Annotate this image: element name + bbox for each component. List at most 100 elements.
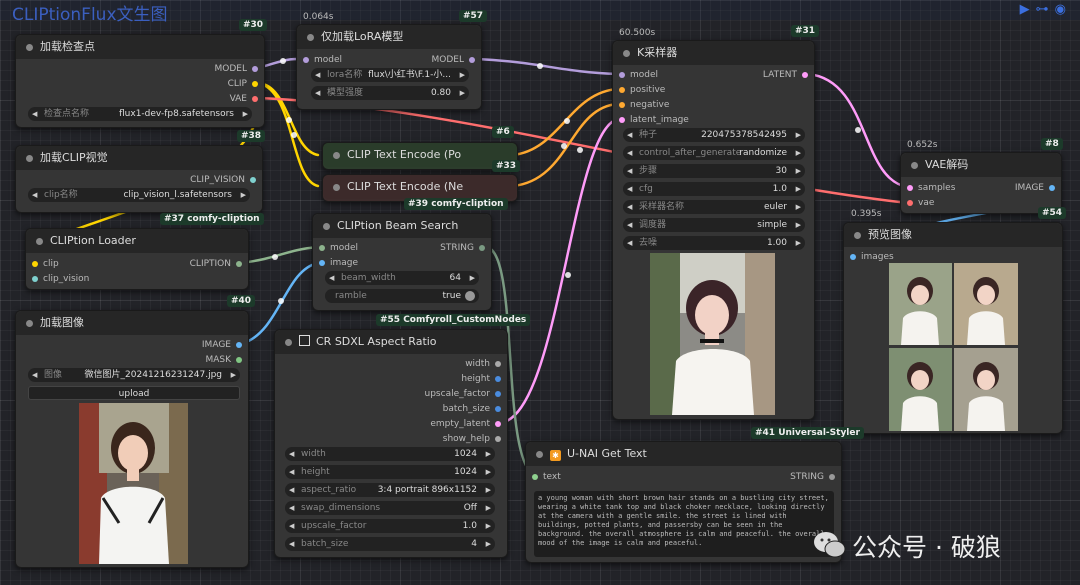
widget-label: 去噪 [639,238,658,248]
node-id-badge: #30 [239,19,268,31]
preview-grid-images [889,263,1018,431]
node-title: 预览图像 [844,223,1062,247]
load-lora-node[interactable]: 仅加载LoRA模型 model MODEL lora名称 flux\小红书\F.1… [296,24,482,110]
clip-vision-output[interactable]: CLIP_VISION [190,173,256,187]
upload-button[interactable]: upload [28,386,240,400]
height-widget[interactable]: height 1024 [285,465,495,479]
exec-time: 60.500s [619,28,656,38]
positive-input[interactable]: positive [619,83,665,97]
widget-value: 0.80 [430,88,451,98]
model-input[interactable]: model [319,241,358,255]
widget-label: 检查点名称 [44,109,90,119]
upscale-factor-output[interactable]: upscale_factor [425,387,502,401]
load-checkpoint-node[interactable]: 加载检查点 MODEL CLIP VAE 检查点名称 flux1-dev-fp8.… [15,34,265,128]
share-icon[interactable]: ⊶ [1036,2,1055,17]
node-title: 仅加载LoRA模型 [297,25,481,49]
upscale-factor-widget[interactable]: upscale_factor 1.0 [285,519,495,533]
scheduler-select[interactable]: 调度器 simple [623,218,805,232]
node-id-badge: #41 Universal-Styler [751,427,864,439]
node-title: 加载图像 [16,311,248,335]
height-output[interactable]: height [461,372,501,386]
image-input[interactable]: image [319,256,358,270]
exec-time: 0.395s [851,209,882,219]
node-id-badge: #31 [791,25,820,37]
model-input[interactable]: model [303,53,342,67]
samples-input[interactable]: samples [907,181,955,195]
exec-time: 0.652s [907,140,938,150]
widget-value: 220475378542495 [701,130,787,140]
control-after-generate-select[interactable]: control_after_generaterandomize [623,146,805,160]
negative-input[interactable]: negative [619,98,669,112]
cr-sdxl-aspect-ratio-node[interactable]: CR SDXL Aspect Ratio width height upscal… [274,329,508,558]
batch-size-output[interactable]: batch_size [443,402,502,416]
widget-label: cfg [639,184,653,194]
vae-decode-node[interactable]: VAE解码 samples vae IMAGE [900,152,1062,214]
clip-output[interactable]: CLIP [228,77,259,91]
image-select[interactable]: 图像 微信图片_20241216231247.jpg [28,368,240,382]
preview-image-3 [889,348,952,431]
node-id-badge: #33 [492,160,521,172]
clip-vision-input[interactable]: clip_vision [32,272,89,286]
mask-output[interactable]: MASK [205,353,242,367]
bypass-checkbox[interactable] [299,335,310,346]
model-output[interactable]: MODEL [432,53,476,67]
get-text-node[interactable]: ✱ U-NAI Get Text text STRING a young woma… [525,441,842,563]
width-output[interactable]: width [465,357,501,371]
cliption-output[interactable]: CLIPTION [190,257,243,271]
clip-text-encode-positive-node[interactable]: CLIP Text Encode (Po [322,142,518,170]
aspect-ratio-select[interactable]: aspect_ratio 3:4 portrait 896x1152 [285,483,495,497]
swap-dimensions-select[interactable]: swap_dimensions Off [285,501,495,515]
denoise-widget[interactable]: 去噪 1.00 [623,236,805,250]
model-strength-widget[interactable]: 模型强度 0.80 [311,86,469,100]
vae-output[interactable]: VAE [230,92,259,106]
toggle-knob[interactable] [465,291,475,301]
sampler-select[interactable]: 采样器名称 euler [623,200,805,214]
image-output[interactable]: IMAGE [202,338,243,352]
prompt-text-area[interactable]: a young woman with short brown hair stan… [534,491,834,557]
eye-icon[interactable]: ◉ [1055,2,1072,17]
beam-width-widget[interactable]: beam_width 64 [325,271,479,285]
text-input[interactable]: text [532,470,561,484]
cliption-beam-search-node[interactable]: CLIPtion Beam Search model image STRING … [312,213,492,311]
cfg-widget[interactable]: cfg 1.0 [623,182,805,196]
widget-label: 图像 [44,370,63,380]
wire-pos [511,87,620,157]
latent-output[interactable]: LATENT [763,68,809,82]
node-title: CLIPtion Loader [26,229,248,253]
ramble-toggle[interactable]: ramble true [325,289,479,303]
wire-lora-ksampler [475,57,620,76]
load-clip-vision-node[interactable]: 加载CLIP视觉 CLIP_VISION clip名称 clip_vision_l… [15,145,263,213]
widget-value: 1024 [454,449,477,459]
widget-value: 4 [471,539,477,549]
widget-value: 64 [449,273,461,283]
vae-input[interactable]: vae [907,196,934,210]
empty-latent-output[interactable]: empty_latent [430,417,501,431]
model-input[interactable]: model [619,68,658,82]
images-input[interactable]: images [850,250,894,264]
play-icon[interactable]: ▶ [1020,2,1036,17]
wire-neg [511,102,620,188]
batch-size-widget[interactable]: batch_size 4 [285,537,495,551]
width-widget[interactable]: width 1024 [285,447,495,461]
string-output[interactable]: STRING [440,241,485,255]
show-help-output[interactable]: show_help [443,432,502,446]
string-output[interactable]: STRING [790,470,835,484]
lora-name-select[interactable]: lora名称 flux\小红书\F.1-小... [311,68,469,82]
preview-image-2 [954,263,1018,345]
steps-widget[interactable]: 步骤 30 [623,164,805,178]
widget-label: 种子 [639,130,658,140]
styler-icon: ✱ [550,450,561,461]
checkpoint-select[interactable]: 检查点名称 flux1-dev-fp8.safetensors [28,107,252,121]
cliption-loader-node[interactable]: CLIPtion Loader clip clip_vision CLIPTIO… [25,228,249,290]
model-output[interactable]: MODEL [215,62,259,76]
image-output[interactable]: IMAGE [1015,181,1056,195]
widget-value: flux\小红书\F.1-小... [368,70,451,80]
workflow-title: CLIPtionFlux文生图 [12,5,168,25]
clip-input[interactable]: clip [32,257,59,271]
widget-label: 采样器名称 [639,202,685,212]
seed-widget[interactable]: 种子 220475378542495 [623,128,805,142]
latent-image-input[interactable]: latent_image [619,113,689,127]
node-id-badge: #37 comfy-cliption [160,213,264,225]
clip-name-select[interactable]: clip名称 clip_vision_l.safetensors [28,188,250,202]
preview-image-4 [954,348,1018,431]
